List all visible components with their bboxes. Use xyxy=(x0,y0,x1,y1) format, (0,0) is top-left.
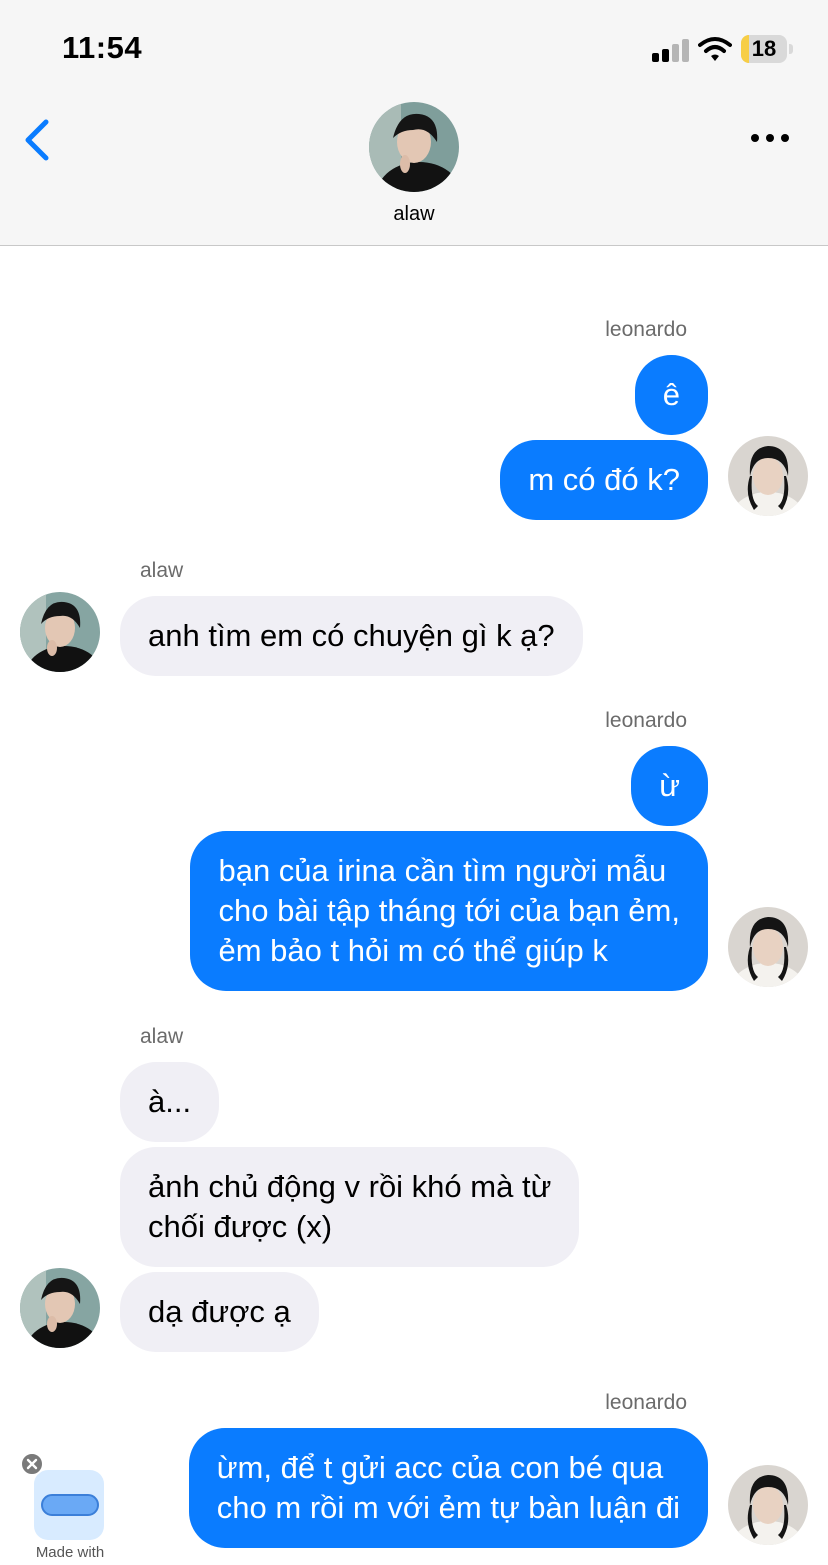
status-bar: 11:54 18 xyxy=(0,0,828,92)
message-bubble[interactable]: à... xyxy=(120,1062,220,1142)
made-with-badge[interactable]: Made with xyxy=(20,1452,120,1565)
sender-name: leonardo xyxy=(605,1391,687,1414)
message-bubble[interactable]: ừ xyxy=(631,746,708,826)
close-icon[interactable] xyxy=(20,1452,44,1476)
battery-icon: 18 xyxy=(741,35,787,63)
made-with-label: Made with xyxy=(35,1544,105,1561)
sender-avatar[interactable] xyxy=(20,592,100,672)
sender-avatar[interactable] xyxy=(728,907,808,987)
chat-header: alaw xyxy=(0,92,828,246)
message-bubble[interactable]: anh tìm em có chuyện gì k ạ? xyxy=(120,596,583,676)
more-icon[interactable] xyxy=(748,130,792,146)
signal-icon xyxy=(652,38,692,62)
sender-name: alaw xyxy=(140,559,184,582)
app-tile[interactable] xyxy=(34,1470,104,1540)
message-bubble[interactable]: dạ được ạ xyxy=(120,1272,319,1352)
wifi-icon xyxy=(698,37,732,61)
sender-name: alaw xyxy=(140,1025,184,1048)
contact-name[interactable]: alaw xyxy=(314,203,514,226)
sender-avatar[interactable] xyxy=(728,436,808,516)
sender-avatar[interactable] xyxy=(728,1465,808,1545)
message-bubble[interactable]: ảnh chủ động v rồi khó mà từ chối được (… xyxy=(120,1147,580,1267)
chat-bubble-icon xyxy=(41,1494,99,1516)
sender-avatar[interactable] xyxy=(20,1268,100,1348)
status-time: 11:54 xyxy=(62,30,143,65)
battery-cap xyxy=(789,44,793,54)
back-icon[interactable] xyxy=(20,118,56,162)
contact-avatar[interactable] xyxy=(369,102,459,192)
message-bubble[interactable]: bạn của irina cần tìm người mẫu cho bài … xyxy=(190,831,708,991)
sender-name: leonardo xyxy=(605,318,687,341)
message-bubble[interactable]: ê xyxy=(634,355,708,435)
sender-name: leonardo xyxy=(605,709,687,732)
battery-percent: 18 xyxy=(751,36,777,61)
message-bubble[interactable]: m có đó k? xyxy=(500,440,708,520)
message-bubble[interactable]: ừm, để t gửi acc của con bé qua cho m rồ… xyxy=(188,1428,708,1548)
